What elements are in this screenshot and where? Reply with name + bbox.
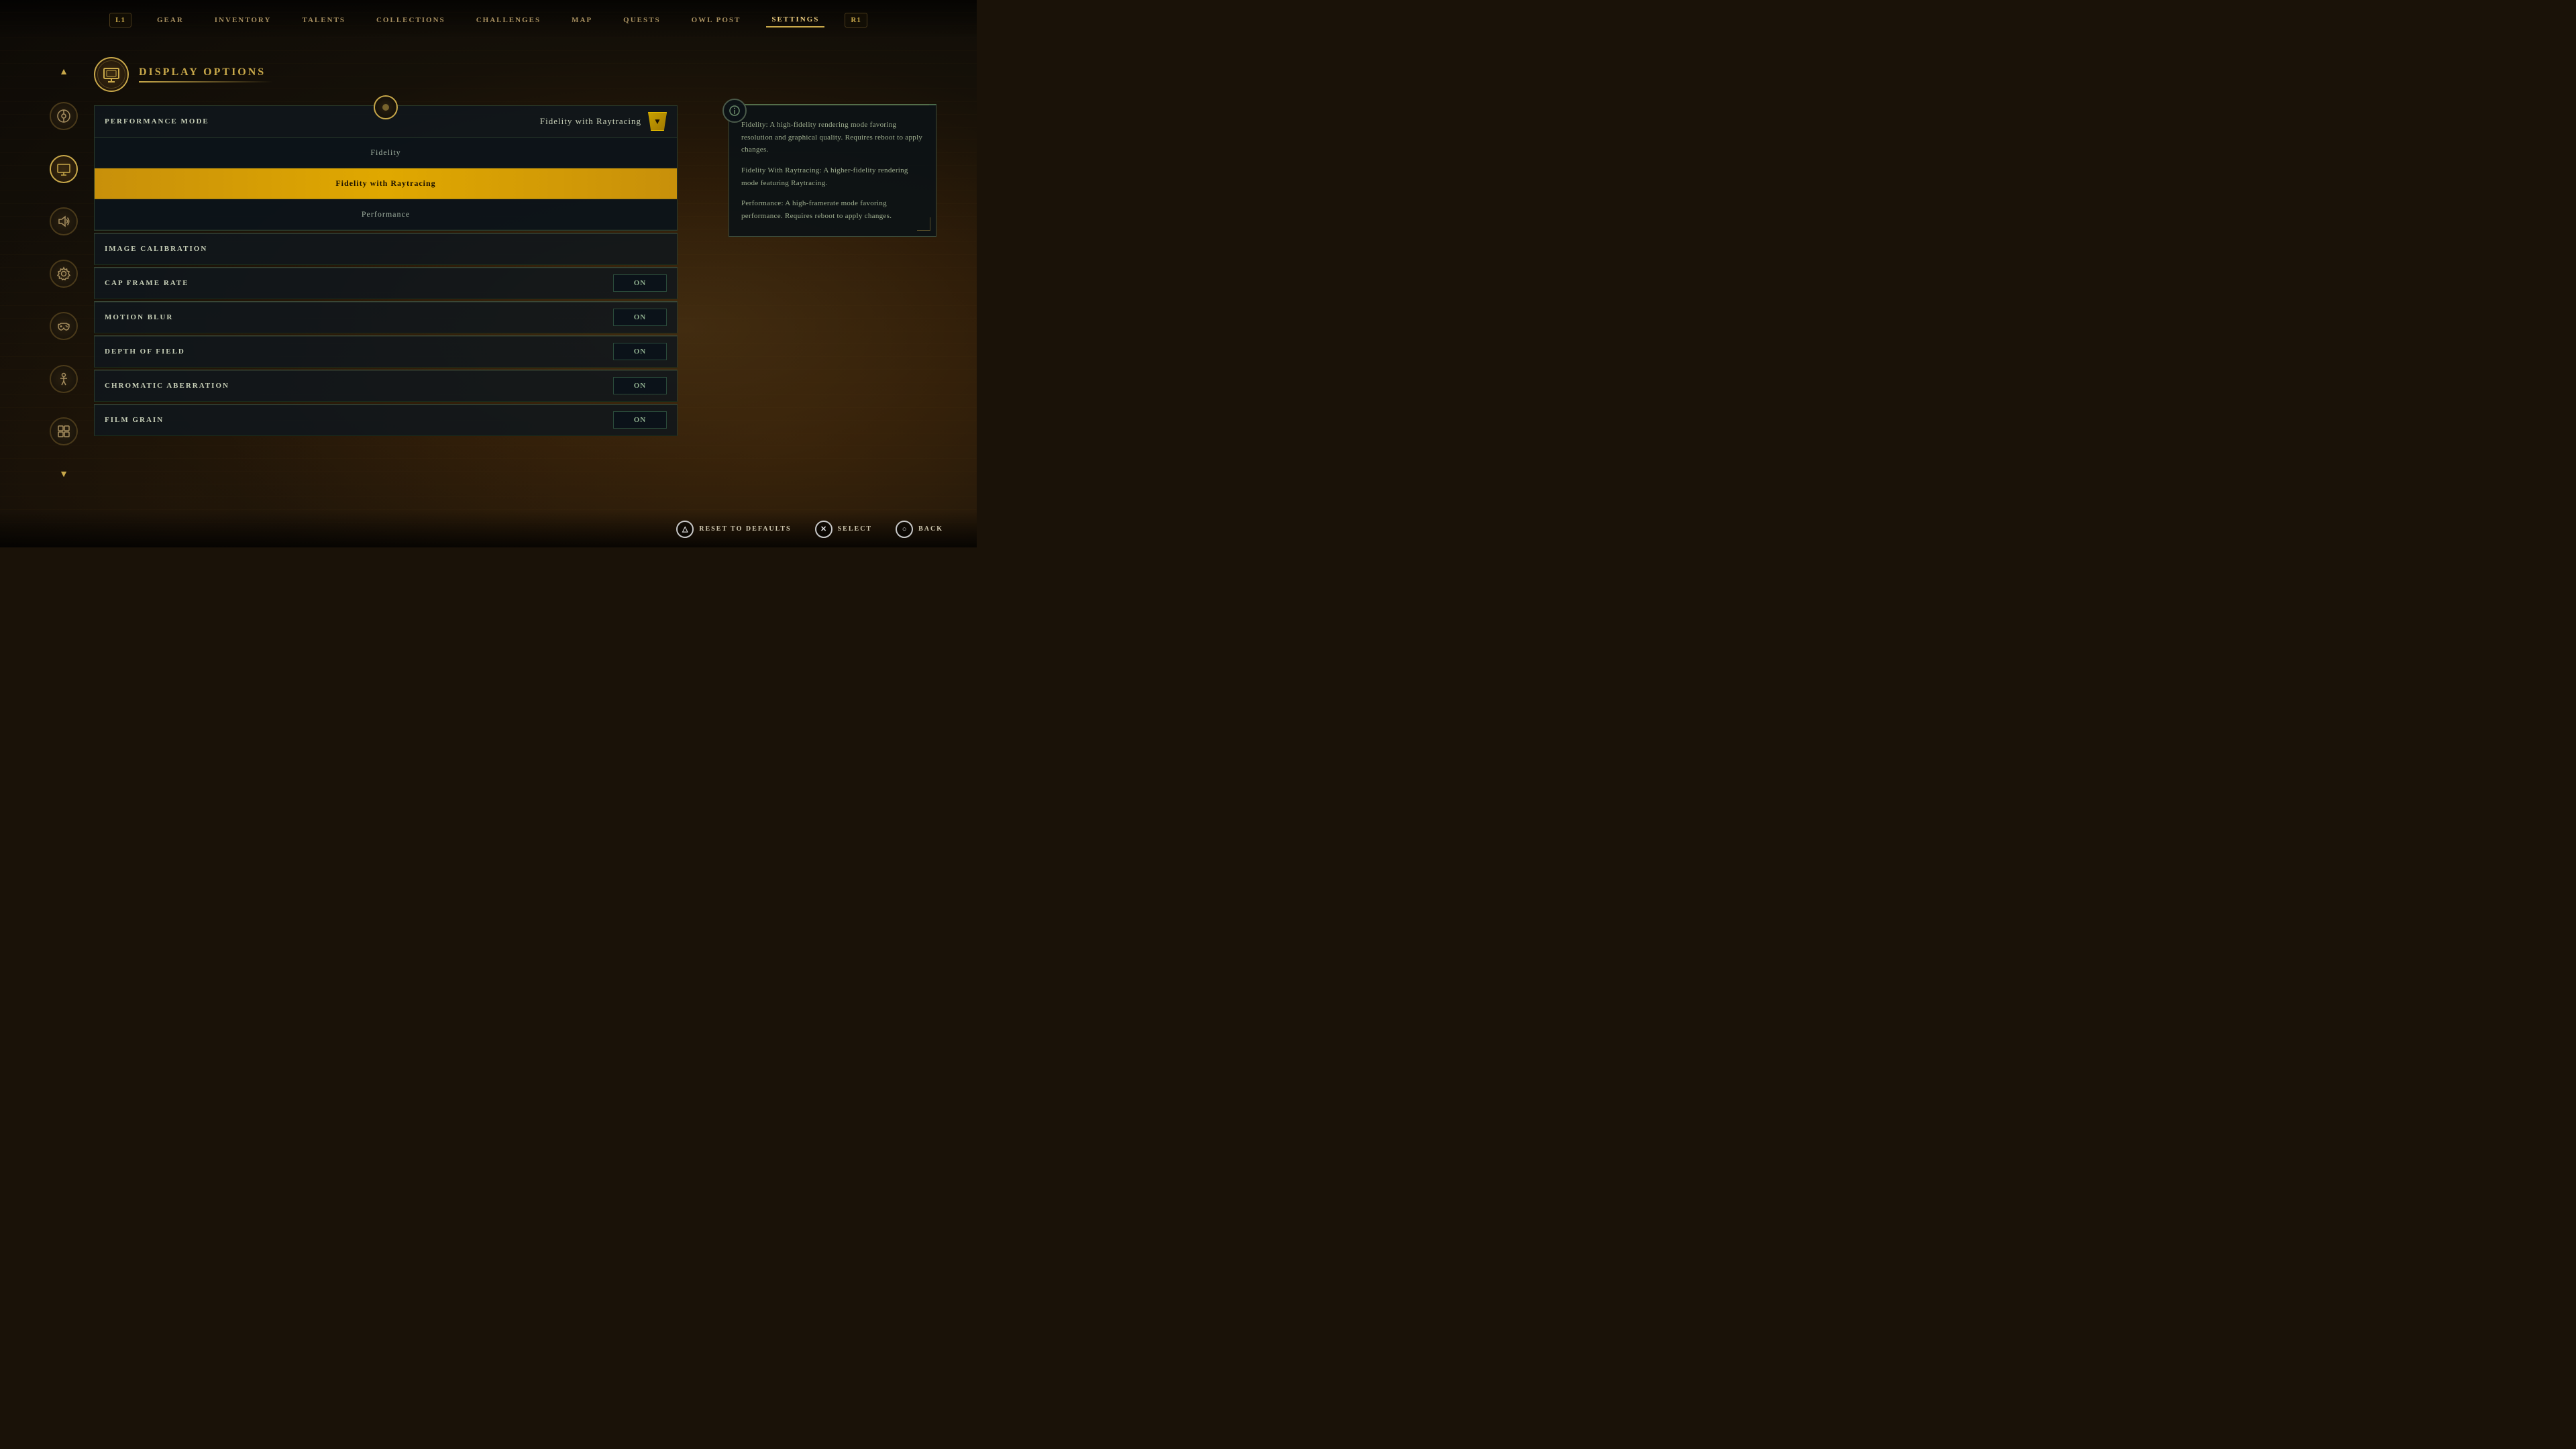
film-grain-row[interactable]: FILM GRAIN ON (94, 404, 678, 436)
cap-frame-rate-label: CAP FRAME RATE (105, 279, 613, 287)
sidebar-up-arrow[interactable]: ▲ (59, 67, 68, 78)
nav-item-inventory[interactable]: INVENTORY (209, 13, 277, 27)
performance-mode-value: Fidelity with Raytracing (540, 116, 641, 127)
nav-item-challenges[interactable]: CHALLENGES (471, 13, 546, 27)
info-panel-svg-icon (729, 105, 741, 117)
performance-mode-dropdown: Fidelity Fidelity with Raytracing Perfor… (94, 138, 678, 231)
display-options-icon (102, 65, 121, 84)
option-performance[interactable]: Performance (95, 199, 677, 230)
nav-item-quests[interactable]: QUESTS (618, 13, 665, 27)
depth-of-field-label: DEPTH OF FIELD (105, 347, 613, 356)
sidebar-icon-gear[interactable] (50, 260, 78, 288)
puzzle-svg-icon (56, 424, 71, 439)
section-title-container: DISPLAY OPTIONS (139, 66, 273, 83)
r1-button[interactable]: R1 (845, 13, 867, 28)
chromatic-aberration-row[interactable]: CHROMATIC ABERRATION ON (94, 370, 678, 402)
motion-blur-toggle[interactable]: ON (613, 309, 667, 326)
info-panel-icon (722, 99, 747, 123)
motion-blur-row[interactable]: MOTION BLUR ON (94, 301, 678, 333)
image-calibration-label: IMAGE CALIBRATION (105, 245, 667, 253)
dropdown-arrow-icon[interactable]: ▼ (648, 112, 667, 131)
top-navigation: L1 GEAR INVENTORY TALENTS COLLECTIONS CH… (0, 0, 977, 40)
section-underline (139, 81, 273, 83)
sidebar-down-arrow[interactable]: ▼ (59, 470, 68, 480)
accessibility-svg-icon (56, 372, 71, 386)
sidebar-icon-disc[interactable] (50, 102, 78, 130)
nav-item-collections[interactable]: COLLECTIONS (371, 13, 451, 27)
image-calibration-row[interactable]: IMAGE CALIBRATION (94, 233, 678, 265)
sidebar-icon-display[interactable] (50, 155, 78, 183)
select-action[interactable]: ✕ SELECT (815, 521, 872, 538)
option-fidelity[interactable]: Fidelity (95, 138, 677, 168)
cross-button: ✕ (815, 521, 833, 538)
cap-frame-rate-toggle[interactable]: ON (613, 274, 667, 292)
nav-item-talents[interactable]: TALENTS (297, 13, 351, 27)
info-panel: Fidelity: A high-fidelity rendering mode… (729, 104, 936, 237)
sound-svg-icon (56, 214, 71, 229)
chromatic-aberration-toggle[interactable]: ON (613, 377, 667, 394)
sidebar-icon-controller[interactable] (50, 312, 78, 340)
depth-of-field-toggle[interactable]: ON (613, 343, 667, 360)
select-label: SELECT (838, 525, 872, 533)
info-paragraph-2: Fidelity With Raytracing: A higher-fidel… (741, 164, 924, 189)
circle-button: ○ (896, 521, 913, 538)
depth-of-field-row[interactable]: DEPTH OF FIELD ON (94, 335, 678, 368)
back-label: BACK (918, 525, 943, 533)
scroll-indicator (374, 95, 398, 119)
back-action[interactable]: ○ BACK (896, 521, 943, 538)
main-content: DISPLAY OPTIONS PERFORMANCE MODE Fidelit… (94, 57, 678, 438)
performance-mode-value-container: Fidelity with Raytracing ▼ (540, 112, 667, 131)
sidebar-icon-accessibility[interactable] (50, 365, 78, 393)
section-icon (94, 57, 129, 92)
film-grain-label: FILM GRAIN (105, 416, 613, 424)
section-title: DISPLAY OPTIONS (139, 66, 273, 78)
film-grain-toggle[interactable]: ON (613, 411, 667, 429)
disc-svg-icon (56, 109, 71, 123)
l1-button[interactable]: L1 (109, 13, 131, 28)
performance-mode-label: PERFORMANCE MODE (105, 117, 540, 125)
option-fidelity-raytracing[interactable]: Fidelity with Raytracing (95, 168, 677, 199)
reset-to-defaults-action[interactable]: △ RESET TO DEFAULTS (676, 521, 791, 538)
sidebar-icon-puzzle[interactable] (50, 417, 78, 445)
chromatic-aberration-label: CHROMATIC ABERRATION (105, 382, 613, 390)
controller-svg-icon (56, 319, 71, 333)
cap-frame-rate-row[interactable]: CAP FRAME RATE ON (94, 267, 678, 299)
sidebar-icon-sound[interactable] (50, 207, 78, 235)
info-paragraph-1: Fidelity: A high-fidelity rendering mode… (741, 119, 924, 156)
nav-item-owlpost[interactable]: OWL POST (686, 13, 747, 27)
nav-item-gear[interactable]: GEAR (152, 13, 189, 27)
nav-item-map[interactable]: MAP (566, 13, 598, 27)
nav-item-settings[interactable]: SETTINGS (766, 13, 824, 28)
triangle-button: △ (676, 521, 694, 538)
info-box: Fidelity: A high-fidelity rendering mode… (729, 104, 936, 237)
bottom-bar: △ RESET TO DEFAULTS ✕ SELECT ○ BACK (0, 511, 977, 547)
gear-svg-icon (56, 266, 71, 281)
motion-blur-label: MOTION BLUR (105, 313, 613, 321)
section-header: DISPLAY OPTIONS (94, 57, 678, 92)
sidebar: ▲ (47, 67, 80, 480)
display-svg-icon (56, 162, 71, 176)
info-box-bottom-corner (910, 211, 930, 231)
info-paragraph-3: Performance: A high-framerate mode favor… (741, 197, 924, 222)
reset-to-defaults-label: RESET TO DEFAULTS (699, 525, 791, 533)
info-text: Fidelity: A high-fidelity rendering mode… (741, 119, 924, 223)
